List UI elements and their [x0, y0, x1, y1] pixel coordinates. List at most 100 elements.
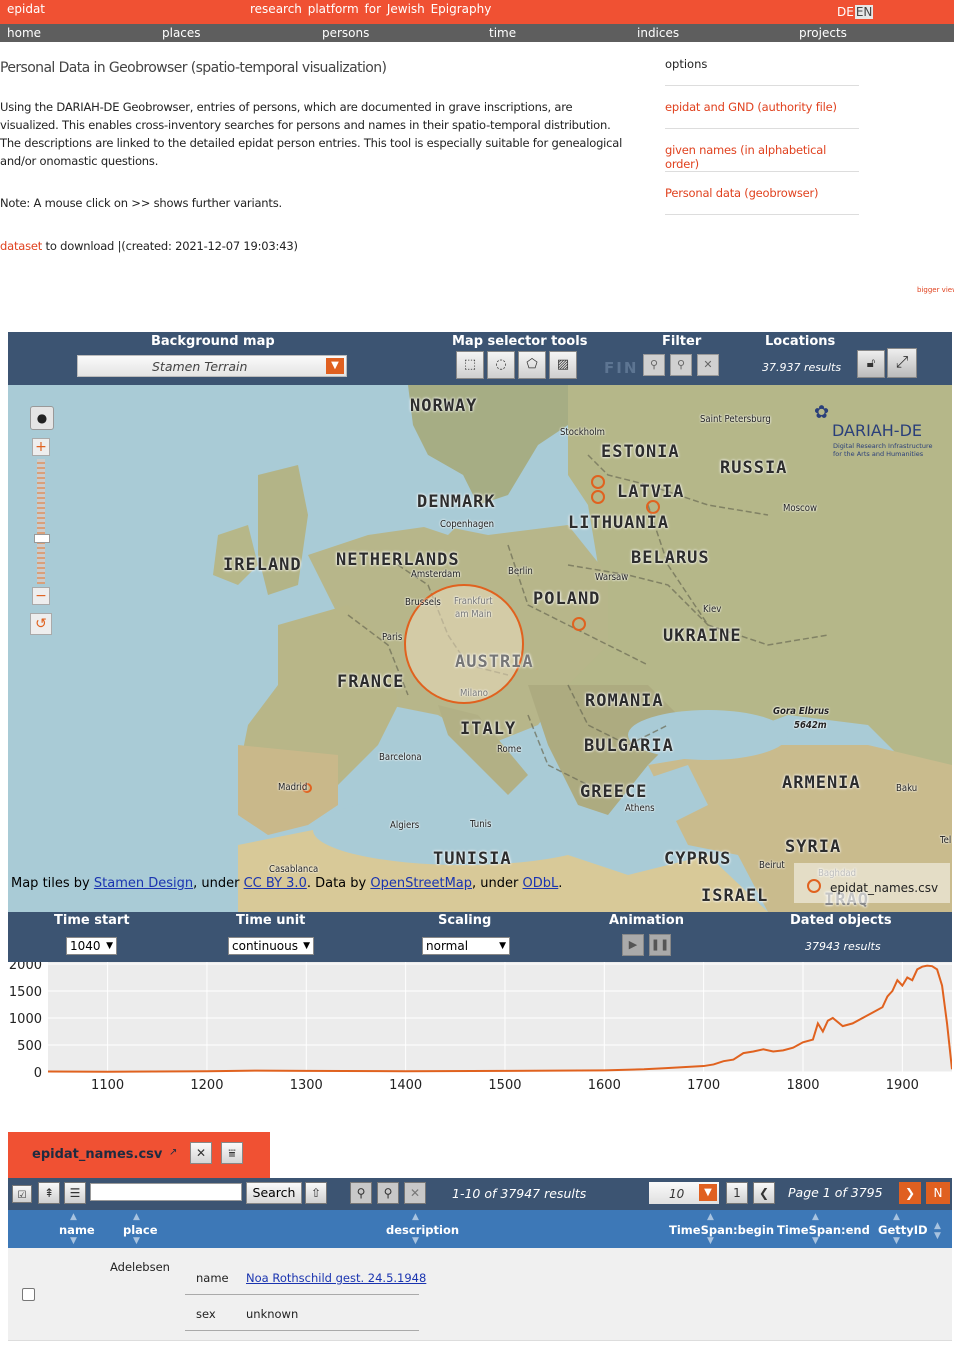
record-icon[interactable]: ●	[30, 406, 54, 430]
external-link-icon[interactable]: ↗	[169, 1147, 177, 1158]
brand-link[interactable]: epidat	[7, 2, 45, 16]
column-header-description[interactable]: description	[386, 1223, 459, 1237]
zoom-out-button[interactable]: −	[32, 587, 50, 605]
map-view[interactable]: ✿ DARIAH-DE Digital Research Infrastruct…	[8, 385, 952, 912]
legend-dataset-name: epidat_names.csv	[830, 881, 939, 895]
sort-desc-icon[interactable]: ▼	[893, 1236, 900, 1246]
filter-selected-icon[interactable]: ⇞	[38, 1182, 60, 1204]
sort-asc-icon[interactable]: ▲	[133, 1212, 140, 1222]
sort-asc-icon[interactable]: ▲	[707, 1212, 714, 1222]
page-size-select[interactable]: 10 ▼	[649, 1182, 719, 1204]
close-icon[interactable]: ✕	[190, 1142, 212, 1164]
dataset-tab[interactable]: epidat_names.csv ↗ ✕ ⩸	[8, 1132, 270, 1178]
polygon-select-icon[interactable]: ⬠	[518, 351, 546, 379]
nav-home[interactable]: home	[7, 26, 41, 40]
search-button[interactable]: Search	[246, 1182, 302, 1204]
lang-de-link[interactable]: DE	[836, 5, 855, 19]
lock-icon[interactable]: 🔓︎	[857, 350, 885, 378]
bigger-view-link[interactable]: bigger view	[917, 286, 954, 294]
column-header-name[interactable]: name	[59, 1223, 95, 1237]
odbl-link[interactable]: ODbL	[523, 876, 559, 891]
upload-icon[interactable]: ⇧	[305, 1182, 327, 1204]
column-header-gettyid[interactable]: GettyID	[878, 1223, 928, 1237]
row-checkbox[interactable]	[22, 1288, 35, 1301]
pause-icon[interactable]: ❚❚	[649, 934, 671, 956]
osm-link[interactable]: OpenStreetMap	[370, 876, 472, 891]
zoom-slider[interactable]	[37, 459, 45, 584]
map-label-city: Casablanca	[269, 864, 319, 875]
map-label-city: Brussels	[405, 597, 441, 608]
square-select-icon[interactable]: ⬚	[456, 351, 484, 379]
time-unit-select[interactable]: continuous ▼	[228, 937, 314, 955]
language-switch: DE EN	[836, 5, 874, 19]
background-map-select[interactable]: Stamen Terrain ▼	[77, 355, 347, 377]
country-select-icon[interactable]: ▨	[549, 351, 577, 379]
filter-icon[interactable]: ⚲	[643, 354, 665, 376]
map-legend[interactable]: epidat_names.csv	[794, 863, 950, 903]
nav-projects[interactable]: projects	[799, 26, 847, 40]
nav-time[interactable]: time	[489, 26, 516, 40]
map-label-city: Rome	[497, 744, 522, 755]
lang-en-link[interactable]: EN	[854, 5, 874, 19]
column-header-timespan-begin[interactable]: TimeSpan:begin	[669, 1223, 774, 1237]
sort-desc-icon[interactable]: ▼	[812, 1236, 819, 1246]
time-plot[interactable]: 1100 1200 1300 1400 1500 1600 1700 1800 1900 0 500…	[8, 958, 953, 1098]
map-label-city: Baku	[896, 783, 918, 794]
map-label-country: LATVIA	[617, 482, 685, 502]
column-header-place[interactable]: place	[123, 1223, 158, 1237]
scaling-select[interactable]: normal ▼	[422, 937, 510, 955]
dataset-download-link[interactable]: dataset	[0, 239, 42, 253]
zoom-in-button[interactable]: +	[32, 438, 50, 456]
attribution-text: . Data by	[306, 876, 371, 891]
stamen-link[interactable]: Stamen Design	[94, 876, 193, 891]
list-icon[interactable]: ☰	[64, 1182, 86, 1204]
sort-desc-icon[interactable]: ▼	[70, 1236, 77, 1246]
option-given-names[interactable]: given names (in alphabetical order)	[665, 129, 859, 172]
table-row[interactable]: Adelebsen name Noa Rothschild gest. 24.5…	[8, 1248, 952, 1341]
sort-desc-icon[interactable]: ▼	[412, 1236, 419, 1246]
scaling-value: normal	[426, 939, 469, 953]
first-page-button[interactable]: 1	[726, 1182, 748, 1204]
sort-asc-icon[interactable]: ▲	[934, 1221, 941, 1231]
nav-places[interactable]: places	[162, 26, 201, 40]
table-filter-icon[interactable]: ⚲	[350, 1182, 372, 1204]
play-icon[interactable]: ▶	[622, 934, 644, 956]
sort-asc-icon[interactable]: ▲	[812, 1212, 819, 1222]
reset-view-icon[interactable]: ↺	[30, 613, 52, 635]
table-search-input[interactable]	[90, 1183, 242, 1201]
x-tick-label: 1200	[190, 1078, 223, 1093]
sort-asc-icon[interactable]: ▲	[412, 1212, 419, 1222]
scaling-label: Scaling	[438, 913, 492, 928]
sort-desc-icon[interactable]: ▼	[934, 1231, 941, 1241]
sort-desc-icon[interactable]: ▼	[133, 1236, 140, 1246]
select-all-checkbox-icon[interactable]: ☑	[12, 1185, 32, 1203]
cancel-filter-icon[interactable]: ✕	[697, 354, 719, 376]
circle-select-icon[interactable]: ◌	[487, 351, 515, 379]
sort-asc-icon[interactable]: ▲	[893, 1212, 900, 1222]
last-page-button[interactable]: N	[926, 1182, 950, 1204]
map-label-city: Copenhagen	[440, 519, 495, 530]
nav-persons[interactable]: persons	[322, 26, 369, 40]
filter-table-icon[interactable]: ⩸	[221, 1142, 243, 1164]
map-label-country: IRELAND	[223, 555, 302, 575]
x-tick-label: 1800	[786, 1078, 819, 1093]
zoom-slider-handle[interactable]	[34, 534, 50, 543]
map-label-city: Madrid	[278, 782, 308, 793]
table-inverse-filter-icon[interactable]: ⚲	[377, 1182, 399, 1204]
next-page-icon[interactable]: ❯	[899, 1182, 921, 1204]
time-start-select[interactable]: 1040 ▼	[66, 937, 117, 955]
prev-page-icon[interactable]: ❮	[753, 1182, 775, 1204]
sort-asc-icon[interactable]: ▲	[70, 1212, 77, 1222]
ccby-link[interactable]: CC BY 3.0	[244, 876, 307, 891]
option-personal-data[interactable]: Personal data (geobrowser)	[665, 172, 859, 215]
table-toolbar: ☑ ⇞ ☰ Search ⇧ ⚲ ⚲ ✕ 1-10 of 37947 resul…	[8, 1178, 952, 1210]
person-link[interactable]: Noa Rothschild gest. 24.5.1948	[246, 1271, 426, 1285]
nav-indices[interactable]: indices	[637, 26, 679, 40]
table-cancel-filter-icon[interactable]: ✕	[404, 1182, 426, 1204]
fullscreen-icon[interactable]: ⤢	[887, 348, 917, 378]
column-header-timespan-end[interactable]: TimeSpan:end	[777, 1223, 870, 1237]
option-epidat-gnd[interactable]: epidat and GND (authority file)	[665, 86, 859, 129]
inverse-filter-icon[interactable]: ⚲	[670, 354, 692, 376]
sort-desc-icon[interactable]: ▼	[707, 1236, 714, 1246]
background-map-value: Stamen Terrain	[152, 359, 248, 374]
